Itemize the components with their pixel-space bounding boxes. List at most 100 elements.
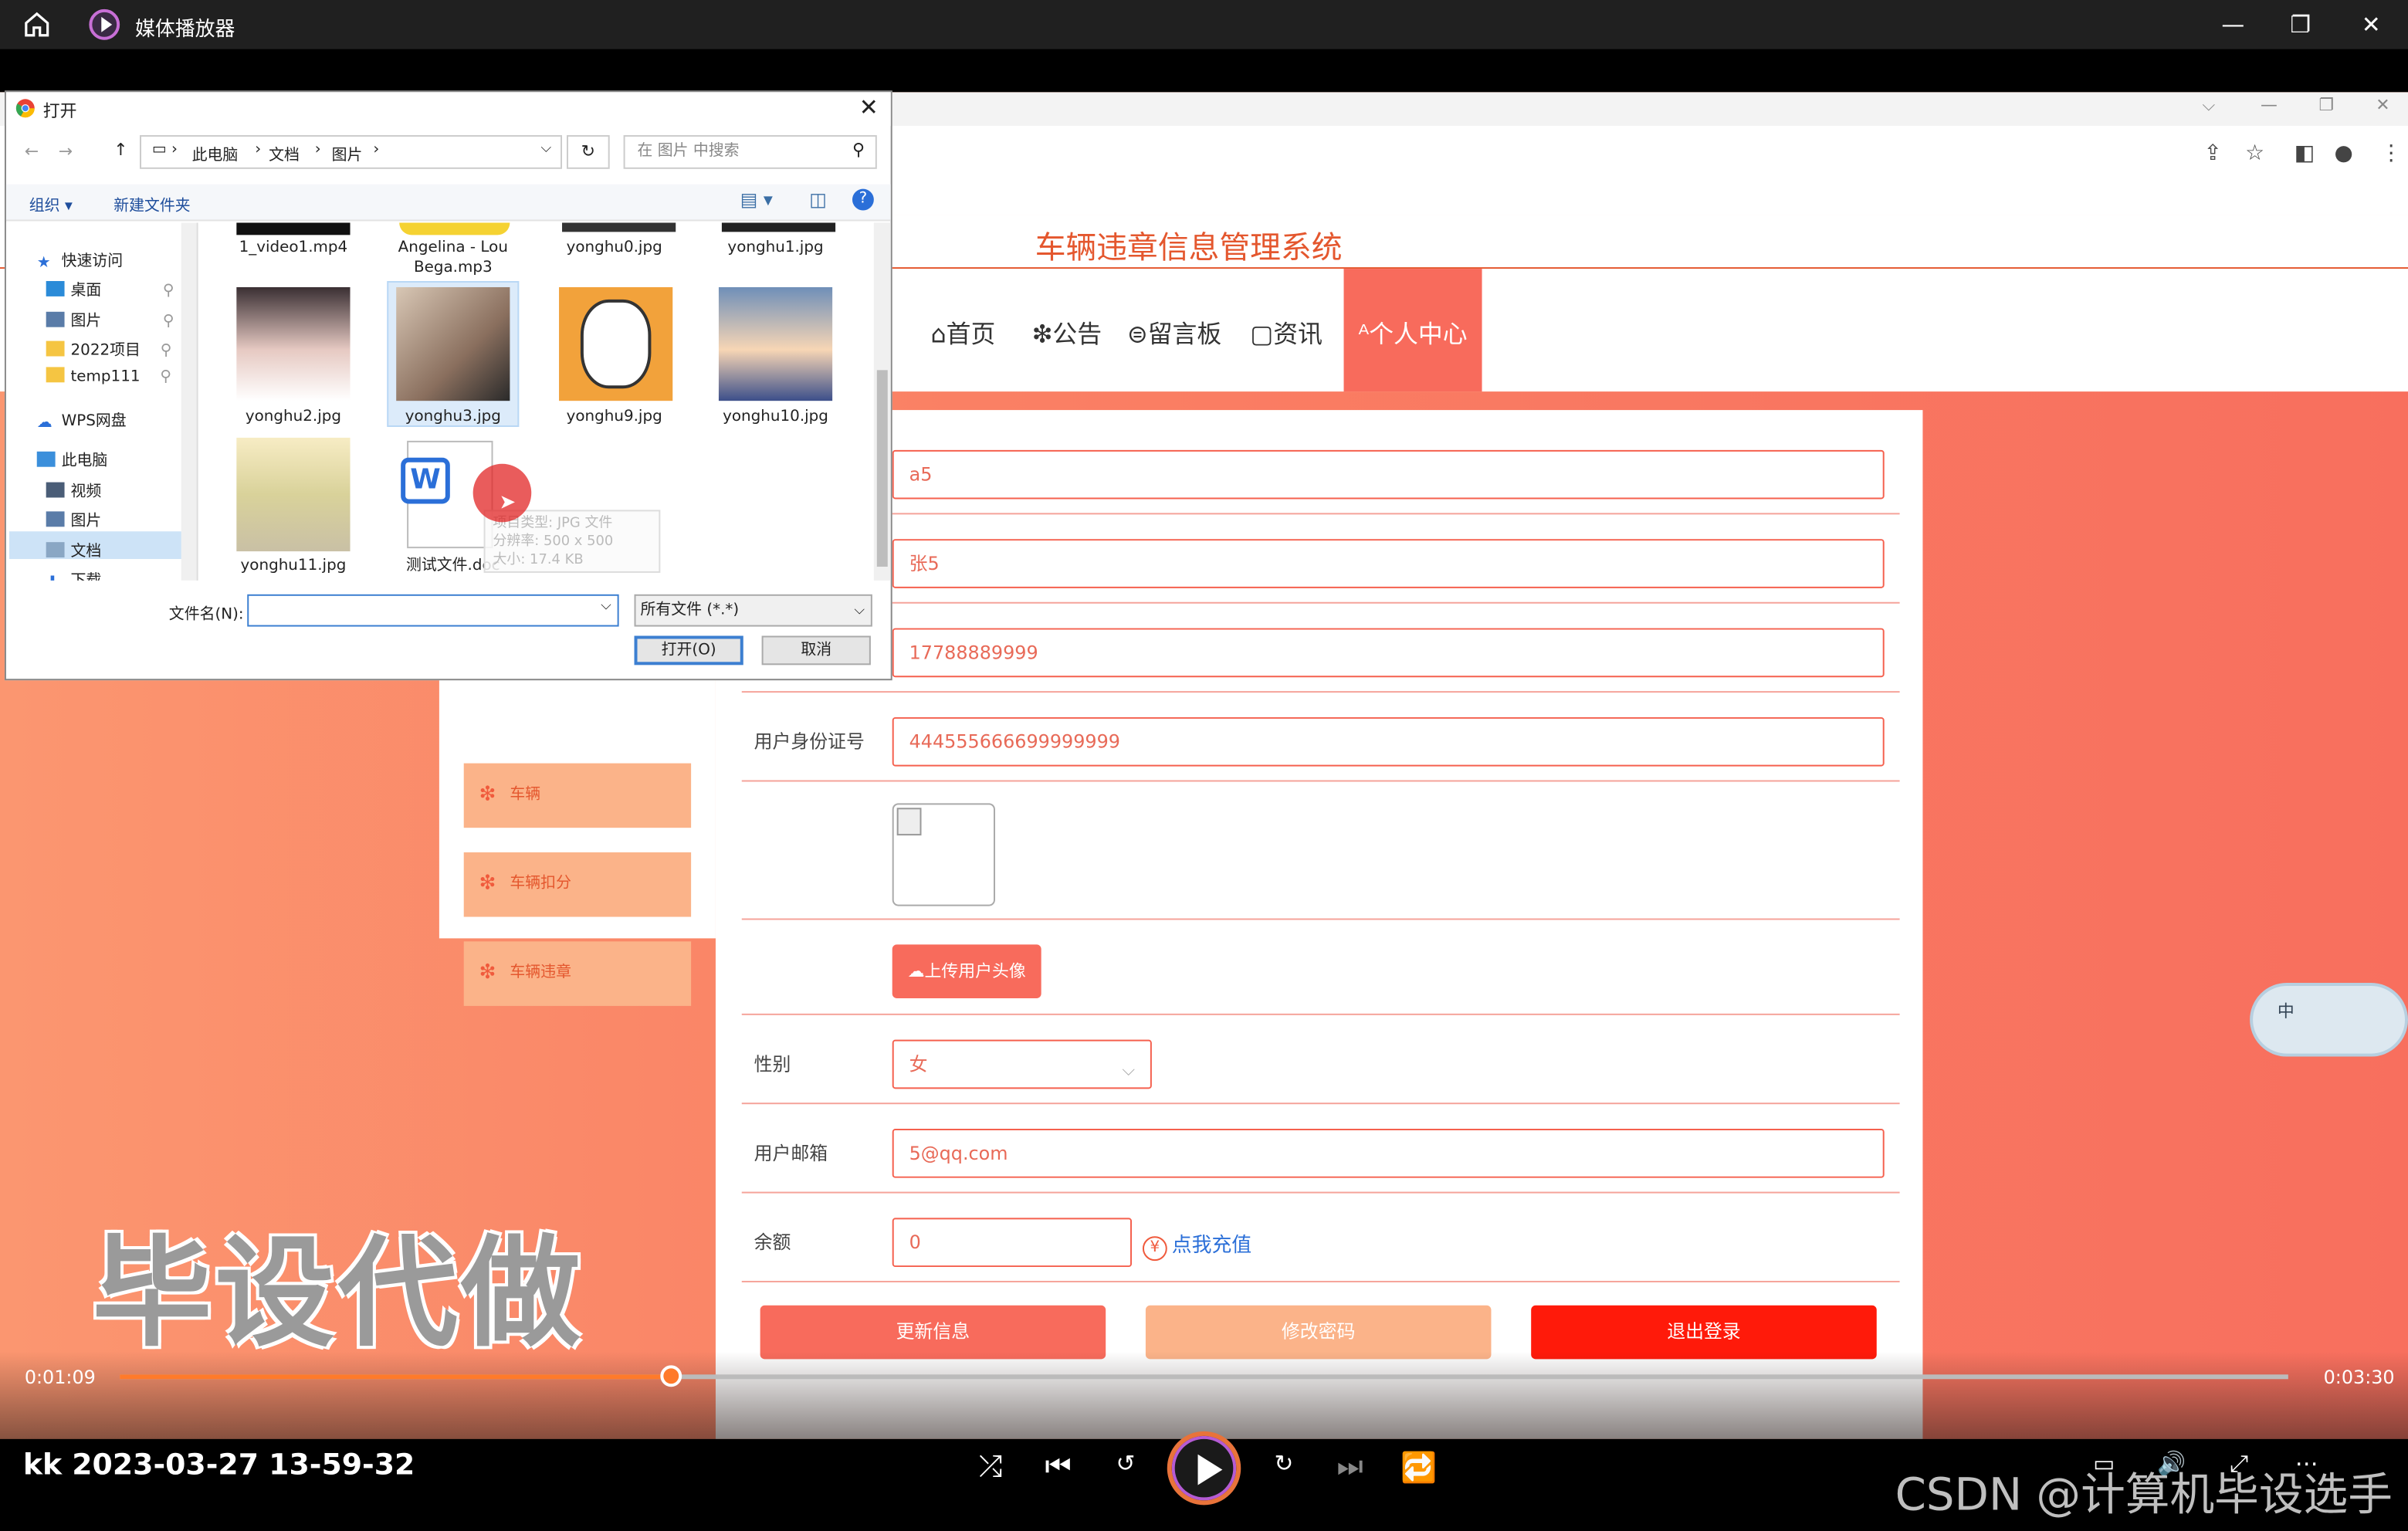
home-icon[interactable]: [22, 9, 52, 40]
shuffle-icon[interactable]: ⤮: [969, 1450, 1012, 1484]
filename-input[interactable]: ⌵: [247, 594, 619, 627]
breadcrumb-documents[interactable]: 文档: [269, 141, 300, 164]
filetype-select[interactable]: 所有文件 (*.*) ⌵: [634, 594, 872, 627]
profile-icon[interactable]: ●: [2335, 141, 2353, 166]
tree-wps-cloud[interactable]: ☁ WPS网盘: [37, 407, 127, 432]
thumb-yonghu3[interactable]: [396, 286, 510, 401]
tree-quick-access[interactable]: ★ 快速访问: [37, 247, 123, 272]
play-button[interactable]: [1167, 1431, 1241, 1506]
tooltip-line: 分辨率: 500 x 500: [493, 534, 614, 550]
file-name[interactable]: Angelina - Lou Bega.mp3: [376, 238, 530, 278]
pin-icon: ⚲: [162, 283, 174, 300]
tree-label: 图片: [70, 313, 102, 330]
help-icon[interactable]: ?: [852, 188, 874, 211]
preview-pane-icon[interactable]: ◫: [809, 189, 827, 211]
minimize-icon[interactable]: —: [2211, 6, 2254, 43]
tree-desktop[interactable]: 桌面 ⚲: [46, 276, 174, 300]
rewind-10-icon[interactable]: ↺: [1104, 1450, 1147, 1478]
open-button[interactable]: 打开(O): [634, 635, 743, 666]
thumb-yonghu9[interactable]: [559, 286, 673, 401]
file-name[interactable]: yonghu9.jpg: [537, 407, 691, 427]
forward-icon[interactable]: →: [59, 141, 73, 161]
progress-knob[interactable]: [659, 1365, 682, 1387]
tree-temp111[interactable]: temp111 ⚲: [46, 367, 171, 385]
tree-pictures[interactable]: 图片 ⚲: [46, 307, 174, 330]
tree-this-pc[interactable]: 此电脑: [36, 447, 107, 470]
close-icon[interactable]: ✕: [2349, 6, 2393, 43]
chevron-down-icon[interactable]: ⌵: [601, 599, 611, 615]
file-name[interactable]: yonghu0.jpg: [537, 238, 691, 258]
nav-news[interactable]: ▢资讯: [1250, 313, 1323, 351]
thumb-yonghu11[interactable]: [236, 437, 351, 552]
browser-restore-icon[interactable]: ❐: [2319, 95, 2335, 115]
close-icon[interactable]: ✕: [859, 93, 879, 121]
search-input[interactable]: 在 图片 中搜索: [623, 135, 877, 169]
file-name[interactable]: yonghu2.jpg: [216, 407, 370, 427]
nav-home[interactable]: ⌂首页: [930, 313, 995, 351]
name-field[interactable]: 张5: [892, 539, 1885, 588]
new-folder-button[interactable]: 新建文件夹: [113, 192, 190, 215]
ime-widget[interactable]: 中: [2250, 983, 2408, 1057]
breadcrumb-sep: ›: [373, 141, 380, 158]
next-icon[interactable]: ⏭: [1329, 1450, 1372, 1484]
divider: [741, 918, 1900, 920]
cancel-button[interactable]: 取消: [761, 635, 871, 666]
username-field[interactable]: a5: [892, 449, 1885, 500]
thumb-yonghu0[interactable]: [562, 222, 676, 232]
share-icon[interactable]: ⇪: [2203, 141, 2221, 166]
tree-2022-project[interactable]: 2022项目 ⚲: [46, 337, 172, 360]
sidebar-item-violation[interactable]: ❇ 车辆违章: [463, 941, 692, 1006]
view-icon[interactable]: ▤ ▾: [740, 189, 773, 211]
sidebar-item-vehicle[interactable]: ❇ 车辆: [463, 763, 692, 828]
breadcrumb-sep: ›: [314, 141, 321, 158]
tree-videos[interactable]: 视频: [46, 478, 101, 500]
upload-avatar-button[interactable]: ☁上传用户头像: [892, 944, 1041, 998]
nav-personal-center[interactable]: ᴬ个人中心: [1343, 269, 1482, 392]
tree-documents[interactable]: 文档: [46, 537, 101, 561]
browser-minimize-icon[interactable]: —: [2261, 95, 2278, 115]
browser-close-icon[interactable]: ✕: [2376, 95, 2389, 115]
forward-30-icon[interactable]: ↻: [1262, 1450, 1306, 1478]
sidepanel-icon[interactable]: ◧: [2295, 141, 2315, 166]
file-name[interactable]: yonghu10.jpg: [699, 407, 852, 427]
nav-scrollbar[interactable]: [181, 222, 197, 581]
chevron-down-icon[interactable]: ⌵: [541, 141, 552, 157]
nav-message-board[interactable]: ⊜留言板: [1127, 313, 1221, 351]
balance-field[interactable]: 0: [892, 1218, 1133, 1268]
file-scrollbar[interactable]: [873, 222, 891, 581]
id-number-field[interactable]: 444555666699999999: [892, 716, 1885, 767]
nav-notice[interactable]: ❇公告: [1032, 313, 1102, 351]
file-name[interactable]: yonghu11.jpg: [216, 556, 370, 576]
organize-button[interactable]: 组织 ▾: [29, 192, 73, 215]
scroll-thumb[interactable]: [876, 370, 888, 567]
chrome-icon: [15, 99, 35, 118]
breadcrumb-sep: ›: [255, 141, 262, 158]
phone-field[interactable]: 17788889999: [892, 628, 1885, 678]
tree-downloads[interactable]: ⬇ 下载: [46, 567, 102, 581]
file-name[interactable]: yonghu3.jpg: [376, 407, 530, 427]
chevron-down-icon[interactable]: ⌵: [2202, 95, 2215, 117]
thumb-video[interactable]: [236, 222, 351, 235]
breadcrumb-pc[interactable]: 此电脑: [192, 141, 239, 164]
star-icon[interactable]: ☆: [2245, 141, 2264, 166]
gender-select[interactable]: 女 ⌵: [892, 1039, 1152, 1089]
recharge-link[interactable]: ¥ 点我充值: [1142, 1228, 1251, 1262]
tree-pictures-pc[interactable]: 图片: [46, 506, 101, 530]
refresh-icon[interactable]: ↻: [567, 135, 610, 169]
restore-icon[interactable]: ❐: [2279, 6, 2322, 43]
thumb-yonghu1[interactable]: [721, 222, 836, 232]
previous-icon[interactable]: ⏮: [1037, 1450, 1080, 1484]
file-name[interactable]: 1_video1.mp4: [216, 238, 370, 258]
tree-label: 2022项目: [70, 342, 141, 360]
back-icon[interactable]: ←: [25, 141, 39, 161]
sidebar-item-deduction[interactable]: ❇ 车辆扣分: [463, 852, 692, 917]
file-name[interactable]: yonghu1.jpg: [699, 238, 852, 258]
breadcrumb-pictures[interactable]: 图片: [332, 141, 363, 164]
menu-icon[interactable]: ⋮: [2380, 141, 2402, 166]
repeat-icon[interactable]: 🔁: [1397, 1450, 1441, 1485]
up-icon[interactable]: ↑: [113, 140, 127, 160]
email-field[interactable]: 5@qq.com: [892, 1129, 1885, 1178]
thumb-yonghu2[interactable]: [236, 286, 351, 401]
thumb-yonghu10[interactable]: [718, 286, 833, 401]
thumb-audio[interactable]: [399, 222, 510, 235]
